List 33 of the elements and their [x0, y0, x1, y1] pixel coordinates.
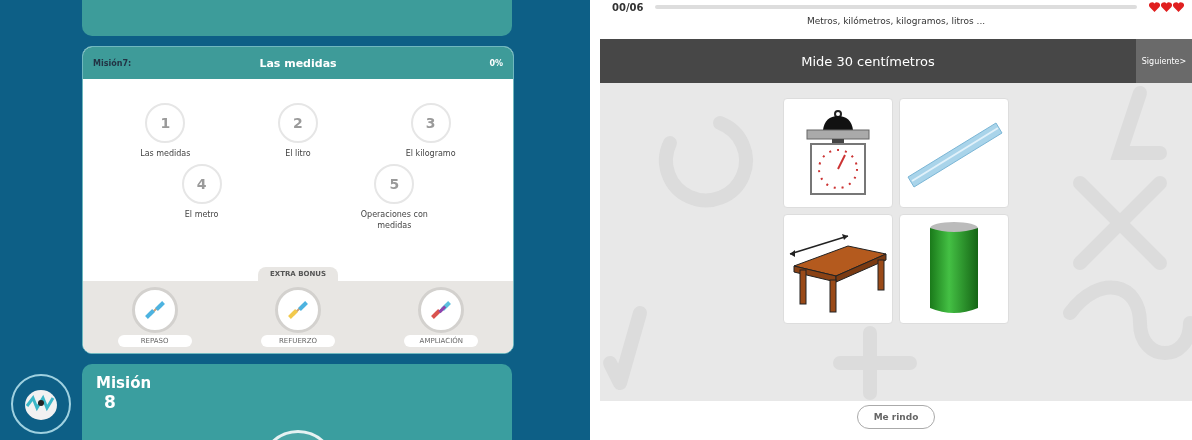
heart-icon [1173, 2, 1184, 12]
bonus-button[interactable] [131, 287, 178, 333]
step-circle[interactable]: 3 [410, 103, 451, 143]
question-counter: 00/06 [612, 1, 644, 13]
dumbbell-icon [429, 298, 454, 322]
step-circle[interactable]: 2 [278, 103, 318, 143]
step-label: El kilogramo [404, 149, 457, 160]
give-up-button[interactable]: Me rindo [856, 405, 936, 429]
mission-number: 8 [104, 392, 117, 412]
step-label: El litro [284, 149, 312, 160]
step-circle[interactable]: 4 [181, 163, 222, 204]
step-label: El metro [183, 209, 220, 221]
mission-card[interactable]: Misión 8 [82, 364, 512, 440]
avatar-button[interactable] [11, 374, 71, 434]
step-label: Operaciones con medidas [359, 209, 429, 232]
mission-label: Misión7: [93, 58, 133, 68]
bonus-button[interactable] [418, 287, 465, 333]
dumbbell-icon [286, 298, 310, 322]
answer-option[interactable] [899, 214, 1009, 324]
mission-title: Las medidas [259, 56, 337, 70]
question-text: Mide 30 centímetros [800, 53, 936, 69]
dumbbell-icon [142, 298, 167, 322]
step-label: Las medidas [139, 149, 192, 160]
answer-option[interactable] [783, 214, 893, 324]
answer-option[interactable] [783, 98, 893, 208]
step-circle[interactable]: 5 [374, 163, 415, 204]
next-button[interactable]: Siguiente> [1136, 39, 1192, 83]
mission-percent: 0% [488, 58, 503, 68]
mission-label: Misión [96, 374, 153, 392]
heart-icon [1149, 2, 1160, 12]
heart-icon [1161, 2, 1172, 12]
topic-subtitle: Metros, kilómetros, kilogramos, litros ... [805, 15, 987, 28]
step-circle[interactable]: 1 [145, 103, 186, 143]
